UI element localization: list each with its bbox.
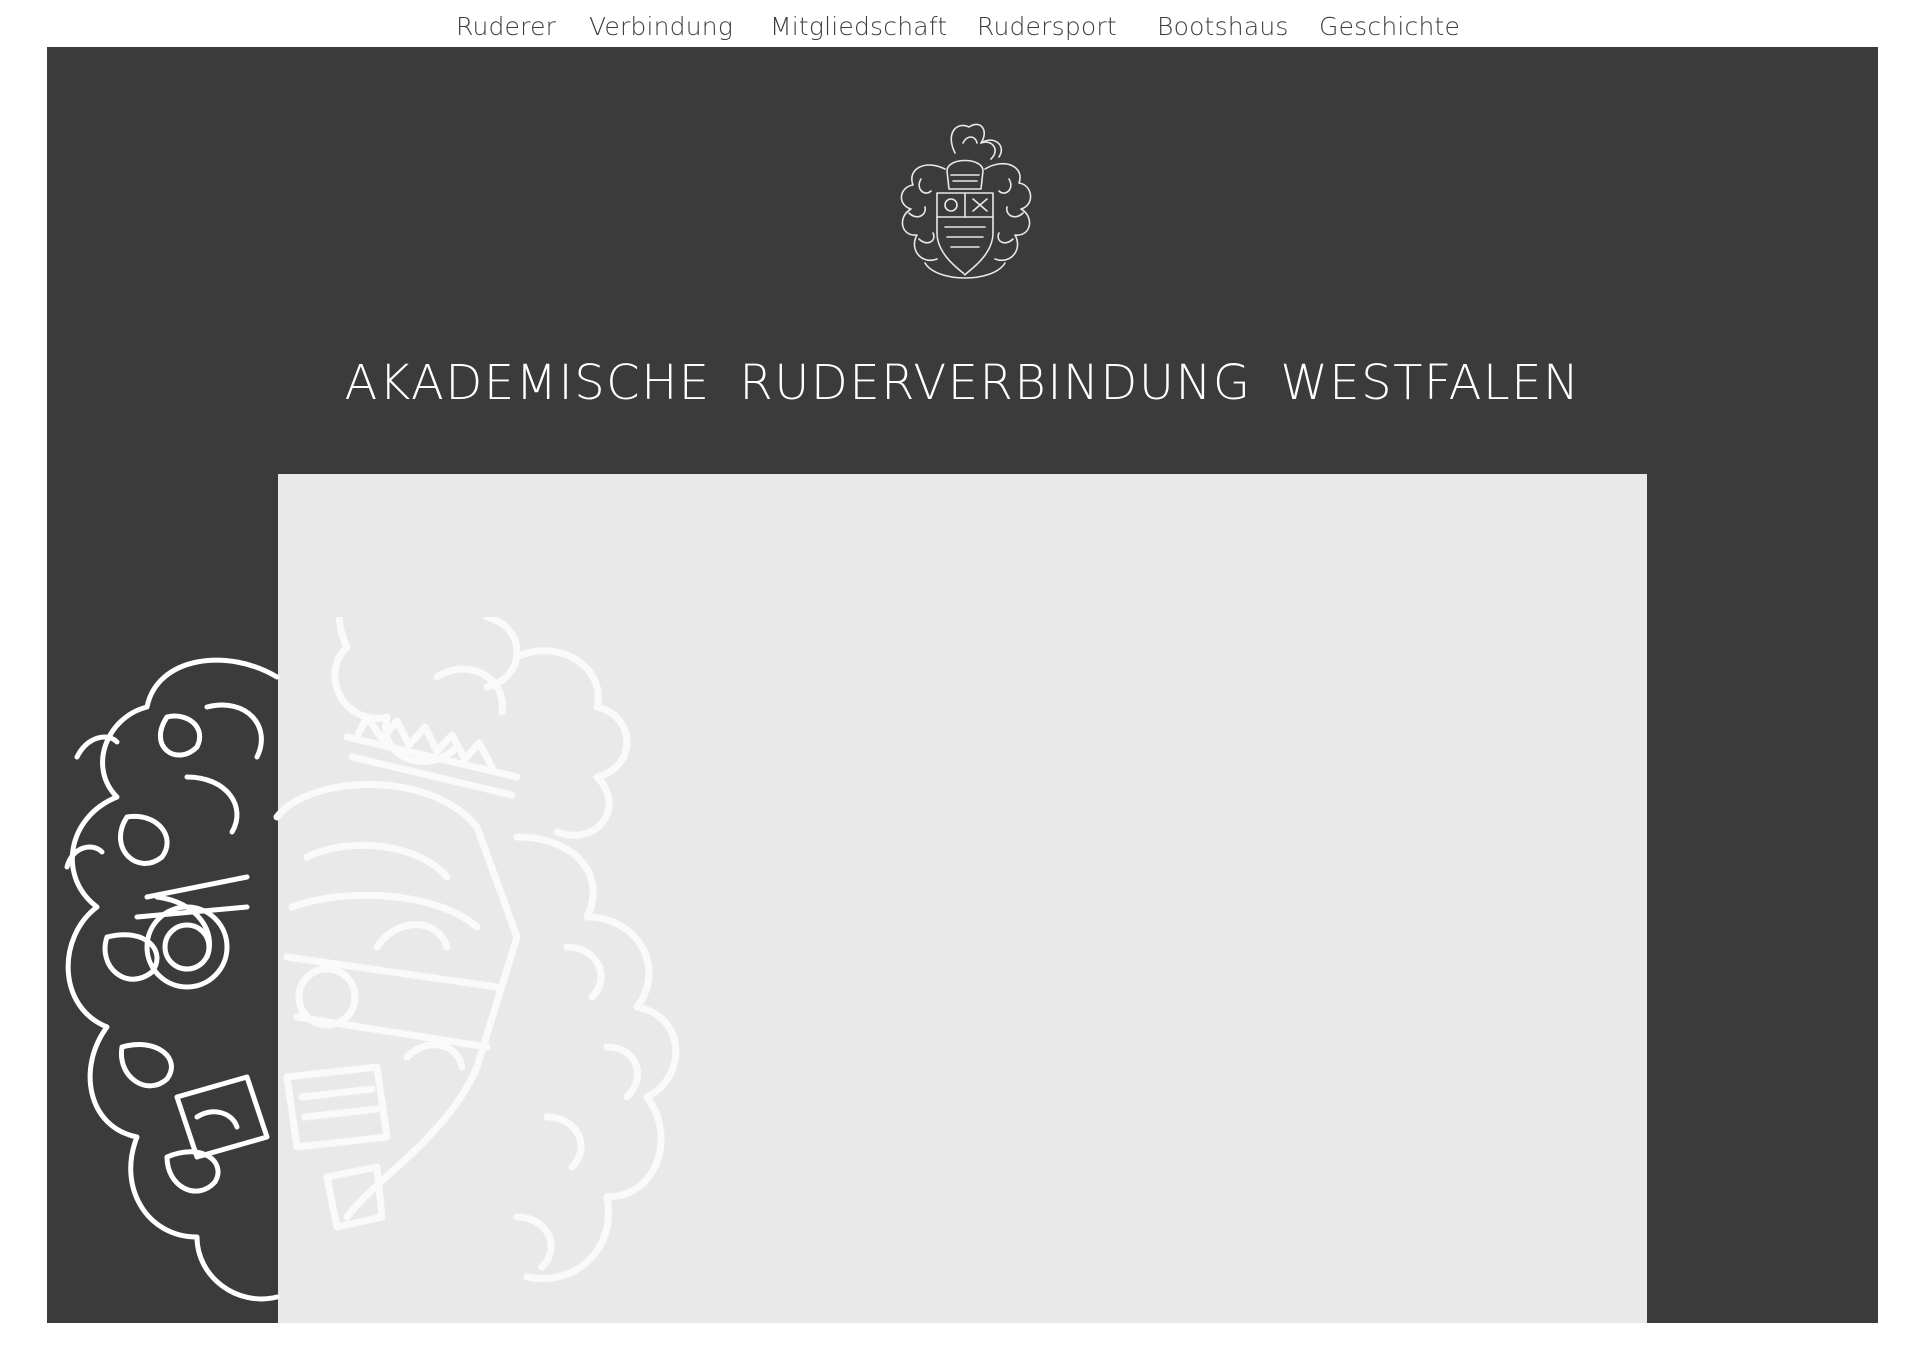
nav-item-geschichte[interactable]: Geschichte (1319, 10, 1460, 44)
nav-item-bootshaus[interactable]: Bootshaus (1157, 10, 1289, 44)
page: Ruderer Verbindung Mitgliedschaft Ruders… (0, 0, 1920, 1365)
site-title: AKADEMISCHE RUDERVERBINDUNG WESTFALEN (344, 355, 1581, 412)
hero-section: AKADEMISCHE RUDERVERBINDUNG WESTFALEN (47, 47, 1878, 1323)
nav-item-ruderer[interactable]: Ruderer (456, 10, 556, 44)
coat-of-arms-icon[interactable] (885, 113, 1045, 293)
main-navigation: Ruderer Verbindung Mitgliedschaft Ruders… (0, 0, 1920, 47)
nav-item-verbindung[interactable]: Verbindung (589, 10, 733, 44)
coat-of-arms-watermark-icon (64, 617, 680, 1302)
nav-item-rudersport[interactable]: Rudersport (977, 10, 1117, 44)
nav-item-mitgliedschaft[interactable]: Mitgliedschaft (770, 10, 947, 44)
